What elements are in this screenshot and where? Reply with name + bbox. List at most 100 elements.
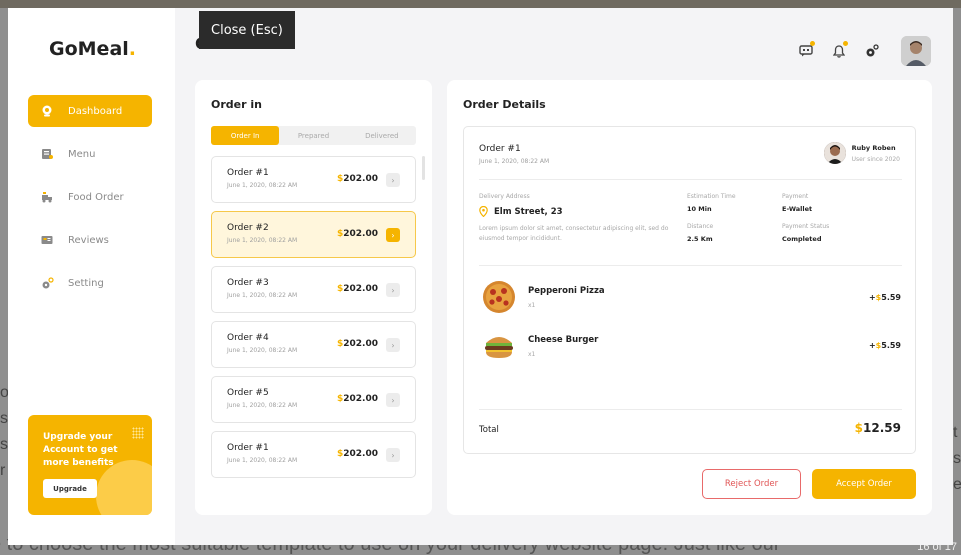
notification-badge <box>843 41 848 46</box>
sidebar-item-setting[interactable]: Setting <box>28 267 152 299</box>
chevron-right-icon[interactable]: › <box>386 228 400 242</box>
sidebar-item-label: Setting <box>68 277 104 289</box>
customer-since: User since 2020 <box>851 155 900 163</box>
chevron-right-icon[interactable]: › <box>386 283 400 297</box>
order-date: June 1, 2020, 08:22 AM <box>227 182 298 189</box>
scrollbar[interactable] <box>422 156 425 180</box>
reviews-icon <box>40 233 54 247</box>
list-item[interactable]: Order #1 June 1, 2020, 08:22 AM $202.00 … <box>211 156 416 203</box>
list-item[interactable]: Order #3 June 1, 2020, 08:22 AM $202.00 … <box>211 266 416 313</box>
divider <box>479 265 902 266</box>
tab-order-in[interactable]: Order In <box>211 126 280 145</box>
gear-icon[interactable] <box>861 40 883 62</box>
avatar <box>823 142 846 164</box>
tab-prepared[interactable]: Prepared <box>279 126 347 145</box>
list-item[interactable]: Order #5 June 1, 2020, 08:22 AM $202.00 … <box>211 376 416 423</box>
sidebar-item-label: Reviews <box>68 234 109 246</box>
item-name: Pepperoni Pizza <box>528 285 605 296</box>
order-date: June 1, 2020, 08:22 AM <box>479 158 550 165</box>
list-item[interactable]: Order #1 June 1, 2020, 08:22 AM $202.00 … <box>211 431 416 478</box>
estimation-label: Estimation Time <box>687 193 736 200</box>
brand-logo[interactable]: GoMeal. <box>49 38 136 60</box>
item-quantity: x1 <box>528 350 536 358</box>
order-details-title: Order Details <box>463 98 546 111</box>
chevron-right-icon[interactable]: › <box>386 393 400 407</box>
app-window: GoMeal. Dashboard Menu Food Order Review… <box>8 8 953 545</box>
sidebar-item-food-order[interactable]: Food Order <box>28 181 152 213</box>
sidebar-item-label: Menu <box>68 148 96 160</box>
order-name: Order #1 <box>227 168 269 178</box>
payment-status-value: Completed <box>782 235 822 243</box>
avatar[interactable] <box>901 36 931 66</box>
chat-icon[interactable] <box>795 40 817 62</box>
reject-order-button[interactable]: Reject Order <box>702 469 801 499</box>
order-details-panel: Order Details Order #1 June 1, 2020, 08:… <box>447 80 932 515</box>
sidebar-item-label: Dashboard <box>68 105 123 117</box>
upgrade-card: Upgrade your Account to get more benefit… <box>28 415 152 515</box>
settings-icon <box>40 276 54 290</box>
main-content: O Order in Order In Prepared Deliver <box>175 8 953 545</box>
payment-label: Payment <box>782 193 809 200</box>
order-name: Order #5 <box>227 388 269 398</box>
background-right-edge-text: t s e <box>953 424 961 493</box>
order-date: June 1, 2020, 08:22 AM <box>227 457 298 464</box>
tab-delivered[interactable]: Delivered <box>348 126 416 145</box>
list-item: Cheese Burger x1 <box>482 329 598 363</box>
order-number: Order #1 <box>479 144 521 154</box>
order-details-box: Order #1 June 1, 2020, 08:22 AM Ruby Rob… <box>463 126 916 454</box>
order-price: $202.00 <box>337 284 378 294</box>
order-date: June 1, 2020, 08:22 AM <box>227 347 298 354</box>
order-date: June 1, 2020, 08:22 AM <box>227 237 298 244</box>
accept-order-button[interactable]: Accept Order <box>812 469 916 499</box>
background-left-edge-text: o s s r <box>0 384 9 479</box>
address-description: Lorem ipsum dolor sit amet, consectetur … <box>479 225 669 242</box>
total-value: $12.59 <box>854 421 901 435</box>
pizza-icon <box>482 280 516 314</box>
bell-icon[interactable] <box>828 40 850 62</box>
upgrade-button[interactable]: Upgrade <box>43 479 97 498</box>
order-price: $202.00 <box>337 394 378 404</box>
notification-badge <box>810 41 815 46</box>
divider <box>479 179 902 180</box>
distance-value: 2.5 Km <box>687 235 713 243</box>
list-item[interactable]: Order #2 June 1, 2020, 08:22 AM $202.00 … <box>211 211 416 258</box>
item-price: +$5.59 <box>868 341 901 350</box>
item-price: +$5.59 <box>868 293 901 302</box>
burger-icon <box>482 329 516 363</box>
total-label: Total <box>479 425 499 435</box>
item-quantity: x1 <box>528 301 536 309</box>
item-name: Cheese Burger <box>528 334 599 345</box>
background-strip <box>0 0 961 8</box>
order-name: Order #2 <box>227 223 269 233</box>
payment-value: E-Wallet <box>782 205 813 213</box>
chevron-right-icon[interactable]: › <box>386 448 400 462</box>
sidebar-item-dashboard[interactable]: Dashboard <box>28 95 152 127</box>
order-name: Order #1 <box>227 443 269 453</box>
delivery-address: Elm Street, 23 <box>479 206 563 217</box>
list-item[interactable]: Order #4 June 1, 2020, 08:22 AM $202.00 … <box>211 321 416 368</box>
chevron-right-icon[interactable]: › <box>386 338 400 352</box>
order-in-panel: Order in Order In Prepared Delivered Ord… <box>195 80 432 515</box>
location-pin-icon <box>479 206 488 217</box>
customer-name: Ruby Roben <box>851 143 896 152</box>
order-in-title: Order in <box>211 98 262 111</box>
sidebar-item-reviews[interactable]: Reviews <box>28 224 152 256</box>
sidebar-item-menu[interactable]: Menu <box>28 138 152 170</box>
sidebar: GoMeal. Dashboard Menu Food Order Review… <box>8 8 175 545</box>
estimation-value: 10 Min <box>687 205 712 213</box>
divider <box>479 409 902 410</box>
dashboard-icon <box>40 104 54 118</box>
order-name: Order #3 <box>227 278 269 288</box>
food-order-icon <box>40 190 54 204</box>
upgrade-text: Upgrade your Account to get more benefit… <box>43 432 118 468</box>
payment-status-label: Payment Status <box>782 223 830 230</box>
order-date: June 1, 2020, 08:22 AM <box>227 402 298 409</box>
order-tabs: Order In Prepared Delivered <box>211 126 416 145</box>
sidebar-nav: Dashboard Menu Food Order Reviews Settin… <box>28 95 152 310</box>
customer-info: Ruby Roben User since 2020 <box>823 142 900 164</box>
close-button[interactable]: Close (Esc) <box>199 11 295 49</box>
delivery-address-label: Delivery Address <box>479 193 530 200</box>
distance-label: Distance <box>687 223 714 230</box>
sidebar-item-label: Food Order <box>68 191 124 203</box>
chevron-right-icon[interactable]: › <box>386 173 400 187</box>
